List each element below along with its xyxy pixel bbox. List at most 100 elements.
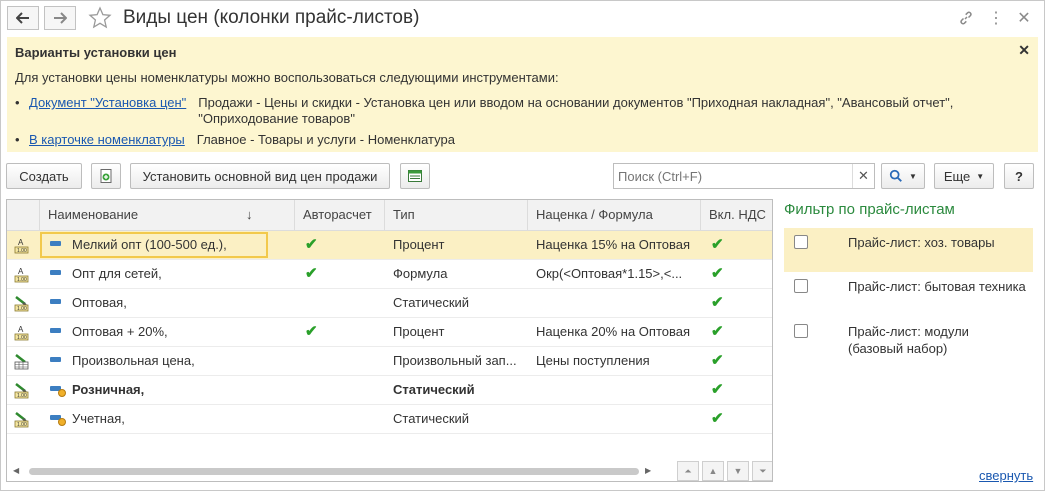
page-title: Виды цен (колонки прайс-листов) bbox=[123, 7, 420, 28]
info-close-icon[interactable]: ✕ bbox=[1018, 42, 1030, 59]
table-row[interactable]: 1.00 Розничная, Статический ✔ bbox=[7, 376, 772, 405]
chevron-down-icon: ▼ bbox=[976, 171, 985, 181]
arrow-left-icon bbox=[16, 12, 29, 24]
checkmark-icon: ✔ bbox=[711, 236, 724, 253]
cell-name-text: Опт для сетей, bbox=[72, 266, 162, 281]
cell-name-text: Мелкий опт (100-500 ед.), bbox=[72, 237, 227, 252]
svg-text:1.00: 1.00 bbox=[17, 335, 27, 341]
info-panel-title: Варианты установки цен bbox=[15, 45, 177, 60]
more-button[interactable]: Еще ▼ bbox=[934, 163, 994, 189]
scrollbar-thumb[interactable] bbox=[29, 468, 639, 475]
table-row[interactable]: Произвольная цена, Произвольный зап... Цен… bbox=[7, 347, 772, 376]
more-vertical-icon[interactable]: ⋮ bbox=[986, 8, 1006, 28]
cell-name-text: Учетная, bbox=[72, 411, 125, 426]
svg-text:1.00: 1.00 bbox=[17, 306, 27, 312]
info-intro: Для установки цены номенклатуры можно во… bbox=[15, 70, 559, 85]
table-settings-icon bbox=[408, 170, 422, 182]
svg-text:1.00: 1.00 bbox=[17, 422, 27, 428]
scroll-up-icon[interactable]: ▲ bbox=[702, 461, 724, 481]
search-box[interactable]: ✕ bbox=[613, 163, 875, 189]
forward-button[interactable] bbox=[44, 6, 76, 30]
info-item-price-doc: • Документ "Установка цен" Продажи - Цен… bbox=[15, 95, 953, 127]
cell-vat: ✔ bbox=[701, 260, 772, 288]
scroll-right-icon[interactable]: ▶ bbox=[645, 466, 651, 475]
filter-checkbox[interactable] bbox=[794, 324, 808, 338]
copy-button[interactable] bbox=[91, 163, 121, 189]
table-row[interactable]: 1.00 Оптовая, Статический ✔ bbox=[7, 289, 772, 318]
cell-vat: ✔ bbox=[701, 376, 772, 404]
cell-vat: ✔ bbox=[701, 405, 772, 433]
header-auto[interactable]: Авторасчет bbox=[295, 200, 385, 230]
price-type-icon bbox=[50, 328, 61, 333]
svg-text:A: A bbox=[18, 238, 24, 247]
static-price-icon: 1.00 bbox=[13, 411, 30, 428]
cell-name-text: Оптовая, bbox=[72, 295, 127, 310]
set-default-price-button[interactable]: Установить основной вид цен продажи bbox=[130, 163, 390, 189]
filter-checkbox[interactable] bbox=[794, 235, 808, 249]
cell-name-text: Оптовая + 20%, bbox=[72, 324, 168, 339]
cell-formula bbox=[528, 405, 701, 433]
filter-item-modules[interactable]: Прайс-лист: модули (базовый набор) bbox=[784, 316, 1033, 362]
link-icon[interactable] bbox=[956, 8, 976, 28]
scroll-first-icon[interactable]: ⏶ bbox=[677, 461, 699, 481]
price-type-icon bbox=[50, 299, 61, 304]
filter-checkbox[interactable] bbox=[794, 279, 808, 293]
arrow-right-icon bbox=[54, 12, 67, 24]
clear-search-icon[interactable]: ✕ bbox=[852, 164, 874, 188]
cell-name: Опт для сетей, bbox=[40, 260, 295, 288]
scroll-left-icon[interactable]: ◀ bbox=[13, 466, 19, 475]
table-row[interactable]: A 1.00 Опт для сетей, ✔ Формула Окр(<Оптовая*… bbox=[7, 260, 772, 289]
info-panel: Варианты установки цен ✕ Для установки ц… bbox=[7, 37, 1038, 152]
back-button[interactable] bbox=[7, 6, 39, 30]
filter-item-label: Прайс-лист: хоз. товары bbox=[848, 235, 995, 250]
checkmark-icon: ✔ bbox=[711, 410, 724, 427]
table-row[interactable]: A 1.00 Мелкий опт (100-500 ед.), ✔ Процент На… bbox=[7, 231, 772, 260]
search-options-button[interactable]: ▼ bbox=[881, 163, 925, 189]
info-item-desc: Продажи - Цены и скидки - Установка цен … bbox=[198, 95, 954, 126]
cell-name: Оптовая, bbox=[40, 289, 295, 317]
cell-auto bbox=[295, 405, 385, 433]
collapse-link[interactable]: свернуть bbox=[979, 468, 1033, 483]
favorite-star-icon[interactable] bbox=[88, 6, 112, 30]
svg-text:1.00: 1.00 bbox=[17, 248, 27, 254]
checkmark-icon: ✔ bbox=[305, 323, 318, 340]
search-input[interactable] bbox=[614, 164, 852, 188]
static-price-icon: 1.00 bbox=[13, 295, 30, 312]
price-setting-doc-link[interactable]: Документ "Установка цен" bbox=[29, 95, 186, 127]
cell-vat: ✔ bbox=[701, 231, 772, 259]
price-list-settings-button[interactable] bbox=[400, 163, 430, 189]
help-button[interactable]: ? bbox=[1004, 163, 1034, 189]
static-price-icon: 1.00 bbox=[13, 382, 30, 399]
product-card-link[interactable]: В карточке номенклатуры bbox=[29, 132, 185, 148]
cell-type: Процент bbox=[393, 237, 445, 252]
filter-item-household[interactable]: Прайс-лист: хоз. товары bbox=[784, 228, 1033, 272]
cell-type: Статический bbox=[393, 382, 475, 397]
scroll-last-icon[interactable]: ⏷ bbox=[752, 461, 772, 481]
cell-formula: Наценка 20% на Оптовая bbox=[536, 324, 691, 339]
header-vat[interactable]: Вкл. НДС bbox=[701, 200, 772, 230]
header-name[interactable]: Наименование ↓ bbox=[40, 200, 295, 230]
cell-auto: ✔ bbox=[295, 231, 385, 259]
checkmark-icon: ✔ bbox=[305, 236, 318, 253]
checkmark-icon: ✔ bbox=[711, 265, 724, 282]
filter-item-appliances[interactable]: Прайс-лист: бытовая техника bbox=[784, 272, 1033, 316]
scroll-down-icon[interactable]: ▼ bbox=[727, 461, 749, 481]
header-formula[interactable]: Наценка / Формула bbox=[528, 200, 701, 230]
checkmark-icon: ✔ bbox=[711, 352, 724, 369]
price-type-icon bbox=[50, 386, 66, 397]
table-row[interactable]: A 1.00 Оптовая + 20%, ✔ Процент Наценка 20% н… bbox=[7, 318, 772, 347]
header-type[interactable]: Тип bbox=[385, 200, 528, 230]
svg-text:1.00: 1.00 bbox=[17, 393, 27, 399]
svg-text:A: A bbox=[18, 325, 24, 334]
close-icon[interactable]: ✕ bbox=[1014, 8, 1034, 28]
search-icon bbox=[889, 169, 902, 182]
bullet-icon: • bbox=[15, 132, 20, 147]
create-button[interactable]: Создать bbox=[6, 163, 82, 189]
cell-name: Произвольная цена, bbox=[40, 347, 295, 375]
more-button-label: Еще bbox=[943, 168, 971, 184]
cell-auto bbox=[295, 376, 385, 404]
table-row[interactable]: 1.00 Учетная, Статический ✔ bbox=[7, 405, 772, 434]
cell-formula bbox=[528, 376, 701, 404]
horizontal-scrollbar[interactable]: ◀ ▶ ⏶ ▲ ▼ ⏷ bbox=[7, 460, 772, 481]
checkmark-icon: ✔ bbox=[711, 381, 724, 398]
